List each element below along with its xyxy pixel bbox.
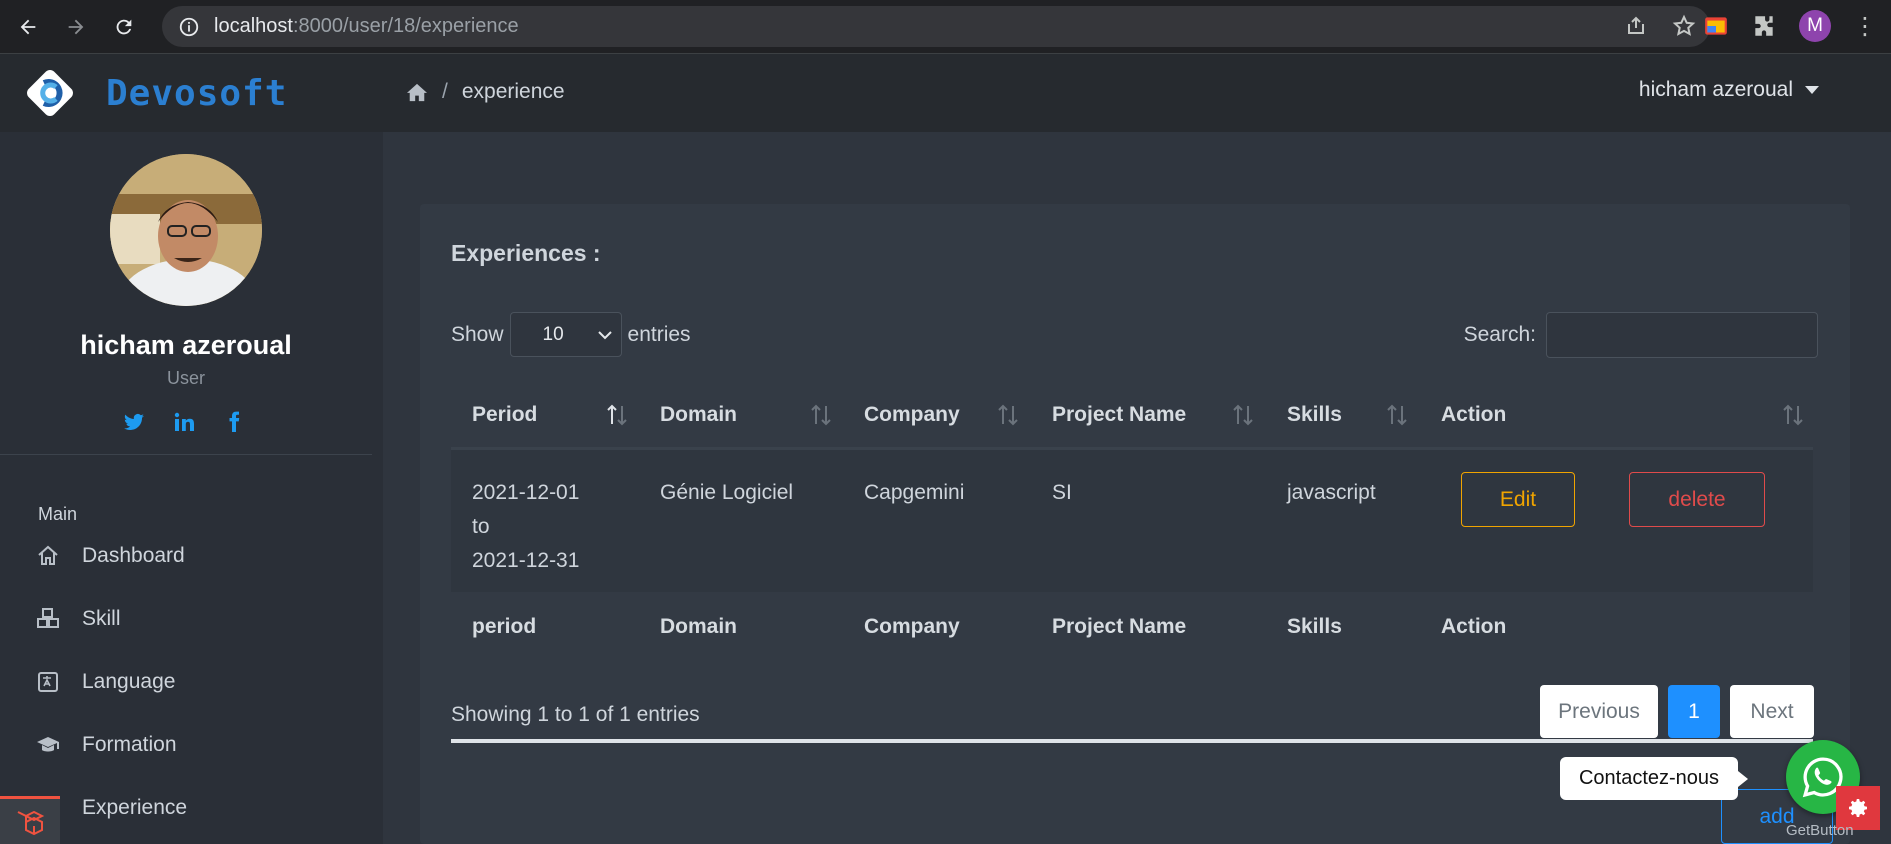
column-header-action[interactable]: Action — [1441, 403, 1506, 427]
more-menu-icon[interactable]: ⋮ — [1853, 12, 1877, 41]
cell-skills: javascript — [1287, 481, 1376, 504]
sidebar-item-label: Dashboard — [82, 544, 185, 567]
sidebar-item-dashboard[interactable]: Dashboard — [36, 544, 185, 568]
page-title: Experiences : — [451, 240, 601, 266]
column-header-period[interactable]: Period — [472, 403, 537, 427]
experience-table: Period Domain Company Project Name Skill… — [451, 380, 1813, 664]
facebook-icon[interactable] — [222, 410, 246, 434]
next-page-button[interactable]: Next — [1730, 685, 1814, 738]
column-header-skills[interactable]: Skills — [1287, 403, 1342, 427]
brand-name: Devosoft — [106, 72, 288, 114]
sidebar-item-label: Language — [82, 670, 176, 693]
puzzle-icon[interactable] — [1751, 13, 1777, 39]
experiences-card: Experiences : Show 10 entries Search: Pe… — [420, 204, 1850, 844]
app-header: Devosoft / experience hicham azeroual — [0, 54, 1891, 132]
column-header-project-name[interactable]: Project Name — [1052, 403, 1186, 427]
sidebar-item-label: Experience — [82, 796, 188, 819]
arrow-left-icon — [20, 19, 36, 34]
show-entries: Show 10 entries — [451, 312, 691, 357]
url-text: localhost:8000/user/18/experience — [214, 15, 519, 37]
delete-button[interactable]: delete — [1629, 472, 1765, 527]
sidebar-item-label: Formation — [82, 733, 177, 756]
twitter-icon[interactable] — [122, 410, 146, 434]
graduation-cap-icon — [37, 737, 59, 752]
address-bar[interactable]: localhost:8000/user/18/experience — [162, 6, 1710, 47]
home-icon — [38, 545, 58, 565]
table-search: Search: — [1464, 312, 1818, 358]
sidebar-item-skill[interactable]: Skill — [36, 607, 121, 631]
profile-avatar[interactable]: M — [1799, 10, 1831, 42]
laravel-debug-tab[interactable] — [0, 796, 60, 844]
search-input[interactable] — [1546, 312, 1818, 358]
table-footer: period Domain Company Project Name Skill… — [451, 592, 1813, 664]
logo-icon — [27, 70, 73, 116]
column-header-domain[interactable]: Domain — [660, 403, 737, 427]
horizontal-scrollbar[interactable] — [451, 739, 1813, 743]
extension-window-icon[interactable] — [1703, 13, 1729, 39]
chevron-down-icon — [597, 331, 612, 340]
edit-button[interactable]: Edit — [1461, 472, 1575, 527]
breadcrumb: / experience — [406, 80, 565, 104]
cell-domain: Génie Logiciel — [660, 481, 794, 504]
laravel-icon — [17, 810, 45, 835]
info-icon — [179, 17, 199, 36]
footer-column-skills: Skills — [1287, 615, 1342, 638]
user-menu-toggle[interactable]: hicham azeroual — [1639, 78, 1819, 102]
arrow-right-icon — [68, 19, 84, 34]
footer-column-company: Company — [864, 615, 960, 638]
profile-photo — [110, 154, 262, 306]
profile-photo-icon — [110, 154, 262, 306]
brand-logo[interactable]: Devosoft — [22, 65, 287, 121]
reload-button[interactable] — [104, 7, 144, 47]
language-icon — [38, 672, 58, 692]
social-links — [122, 410, 246, 434]
caret-down-icon — [1805, 86, 1819, 94]
entries-select[interactable]: 10 — [509, 312, 622, 357]
back-button[interactable] — [8, 7, 48, 47]
menu-section-label: Main — [38, 504, 78, 524]
sort-icon[interactable] — [1781, 402, 1805, 428]
page-1-button[interactable]: 1 — [1668, 685, 1720, 738]
cell-company: Capgemini — [864, 481, 965, 504]
forward-button[interactable] — [56, 7, 96, 47]
home-icon[interactable] — [406, 82, 428, 102]
star-icon[interactable] — [1672, 14, 1696, 38]
pagination: Previous 1 Next — [1540, 685, 1814, 738]
contact-tooltip[interactable]: Contactez-nous — [1560, 757, 1748, 800]
gear-icon — [1849, 799, 1867, 817]
table-info: Showing 1 to 1 of 1 entries — [451, 703, 700, 726]
share-icon[interactable] — [1624, 14, 1648, 38]
profile-name: hicham azeroual — [80, 330, 292, 360]
linkedin-icon[interactable] — [172, 410, 196, 434]
cell-project-name: SI — [1052, 481, 1072, 504]
footer-column-project-name: Project Name — [1052, 615, 1187, 638]
breadcrumb-current: experience — [461, 80, 565, 103]
search-label: Search: — [1463, 323, 1536, 346]
sidebar-item-formation[interactable]: Formation — [36, 733, 177, 757]
sort-icon[interactable] — [996, 402, 1020, 428]
getbutton-credit[interactable]: GetButton — [1786, 822, 1854, 839]
cubes-icon — [37, 608, 59, 628]
table-header: Period Domain Company Project Name Skill… — [451, 380, 1813, 450]
reload-icon — [116, 19, 132, 34]
cell-period: 2021-12-01 to 2021-12-31 — [472, 481, 580, 572]
sidebar-item-label: Skill — [82, 607, 121, 630]
sort-icon[interactable] — [1231, 402, 1255, 428]
profile-role: User — [166, 368, 205, 388]
sidebar-item-language[interactable]: Language — [36, 670, 175, 694]
sidebar-item-experience[interactable]: Experience — [82, 796, 187, 820]
sort-icon[interactable] — [605, 402, 629, 428]
browser-toolbar: localhost:8000/user/18/experience M ⋮ — [0, 0, 1891, 54]
sidebar: hicham azeroual User Main Dashboard Skil… — [0, 132, 383, 844]
footer-column-domain: Domain — [660, 615, 738, 638]
table-row: 2021-12-01 to 2021-12-31 Génie Logiciel … — [451, 450, 1813, 592]
previous-page-button[interactable]: Previous — [1540, 685, 1658, 738]
footer-column-action: Action — [1441, 615, 1507, 638]
column-header-company[interactable]: Company — [864, 403, 960, 427]
sort-icon[interactable] — [809, 402, 833, 428]
user-menu-name: hicham azeroual — [1638, 78, 1793, 101]
sort-icon[interactable] — [1385, 402, 1409, 428]
footer-column-period: period — [472, 615, 537, 638]
